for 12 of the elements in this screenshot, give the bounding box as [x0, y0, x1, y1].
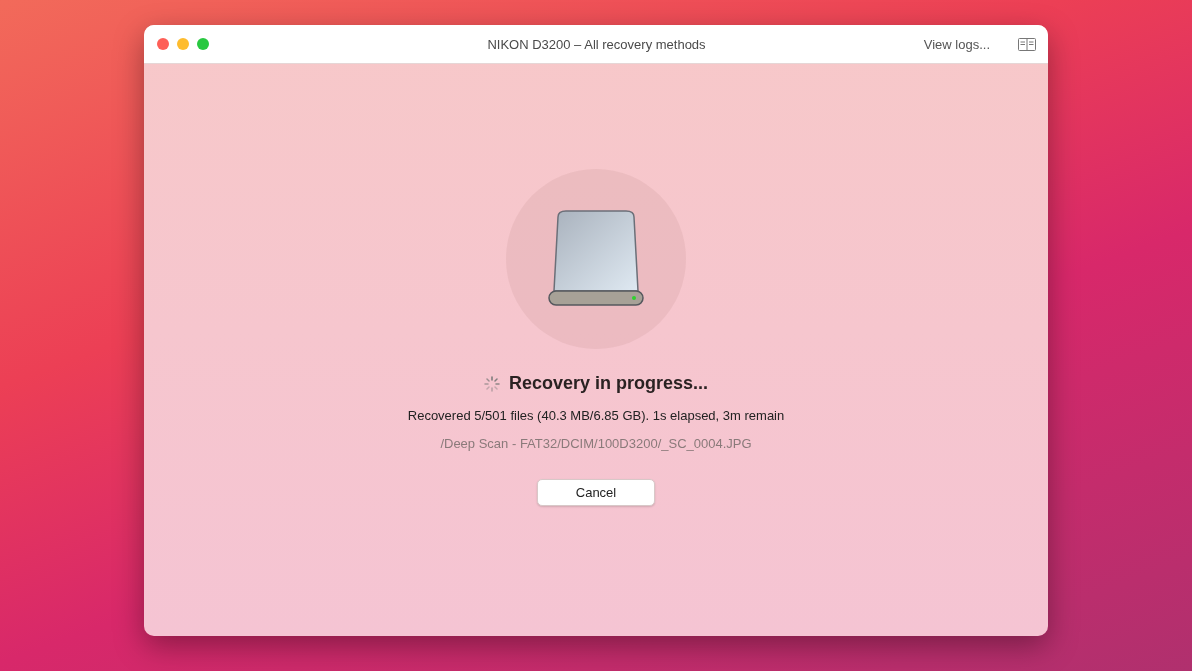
- close-button[interactable]: [157, 38, 169, 50]
- current-file-path: /Deep Scan - FAT32/DCIM/100D3200/_SC_0004.JPG: [440, 436, 752, 451]
- cancel-button[interactable]: Cancel: [537, 479, 655, 506]
- progress-status: Recovered 5/501 files (40.3 MB/6.85 GB). 1s elapsed, 3m remain: [407, 408, 785, 423]
- view-logs-link[interactable]: View logs...: [923, 36, 990, 52]
- progress-heading: Recovery in progress...: [508, 373, 709, 394]
- window-title: NIKON D3200 – All recovery methods: [486, 36, 707, 52]
- external-drive-icon: [546, 209, 646, 309]
- sidebar-icon[interactable]: [1018, 37, 1036, 51]
- zoom-button[interactable]: [197, 38, 209, 50]
- spinner-icon: [483, 375, 500, 392]
- minimize-button[interactable]: [177, 38, 189, 50]
